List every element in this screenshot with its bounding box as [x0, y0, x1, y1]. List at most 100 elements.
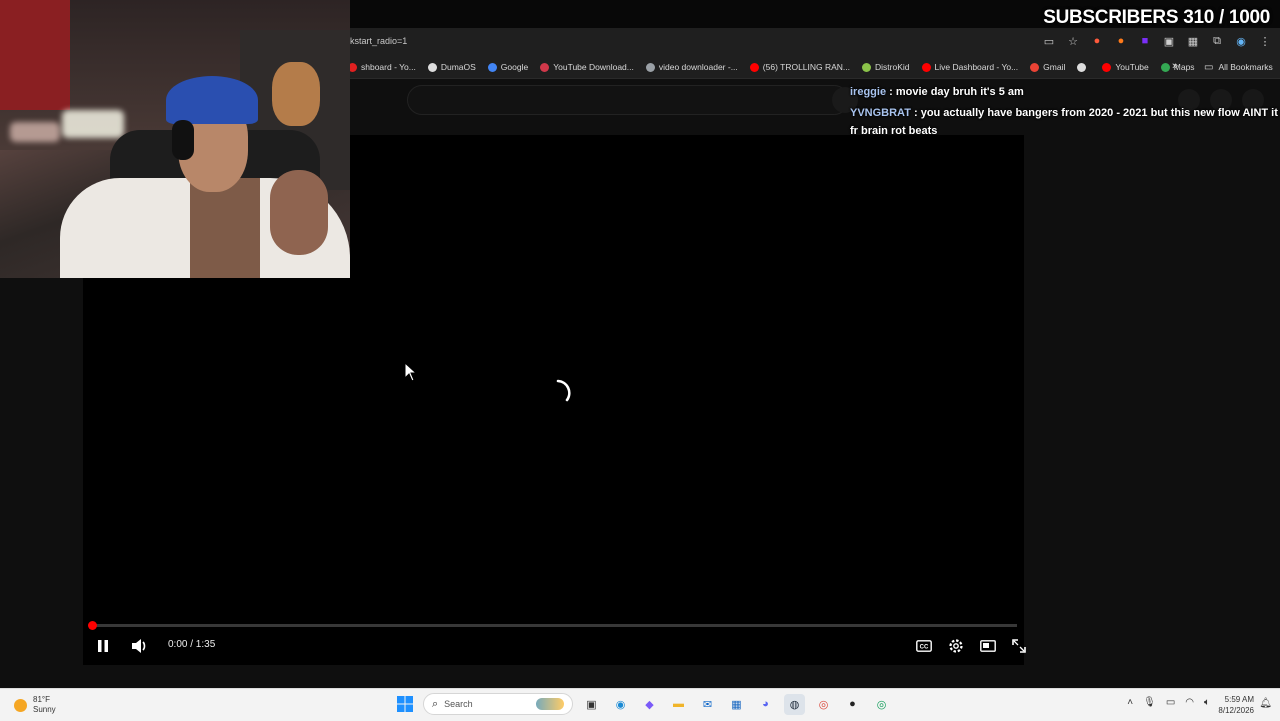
volume-icon — [132, 639, 146, 653]
chat-text: : movie day bruh it's 5 am — [886, 86, 1024, 98]
bookmark-star-icon[interactable]: ☆ — [1066, 34, 1080, 48]
chat-username: ireggie — [850, 86, 887, 98]
webcam-neon-sign — [62, 110, 124, 138]
all-bookmarks-label: All Bookmarks — [1218, 62, 1273, 72]
webcam-headset — [172, 120, 194, 160]
file-explorer-icon[interactable]: ▬ — [668, 694, 689, 715]
bookmark-item[interactable]: Live Dashboard - Yo... — [921, 62, 1019, 72]
bookmark-label: Live Dashboard - Yo... — [934, 62, 1019, 72]
bookmark-favicon-icon — [1077, 62, 1087, 72]
bookmark-item[interactable]: YouTube — [1102, 62, 1149, 72]
webcam-overlay — [0, 0, 350, 278]
bookmark-item[interactable] — [1077, 62, 1090, 72]
bookmark-item[interactable]: video downloader -... — [645, 62, 738, 72]
weather-condition: Sunny — [33, 705, 56, 714]
theater-mode-button[interactable] — [977, 636, 999, 656]
search-icon: ⌕ — [432, 697, 439, 710]
bookmark-item[interactable]: YouTube Download... — [540, 62, 634, 72]
outlook-icon[interactable]: ✉ — [697, 694, 718, 715]
taskbar-clock[interactable]: 5:59 AM 8/12/2026 — [1218, 694, 1254, 716]
bookmarks-list: shboard - Yo... DumaOS Google YouTube Downl… — [348, 56, 1195, 78]
extension-icon-5[interactable]: ▦ — [1186, 34, 1200, 48]
chat-text: : you actually have bangers from 2020 - … — [850, 107, 1278, 137]
webcam-person-chest — [190, 178, 260, 278]
bookmark-favicon-icon — [1102, 62, 1112, 72]
taskbar-search[interactable]: ⌕ Search — [423, 693, 573, 715]
bookmark-label: Gmail — [1043, 62, 1066, 72]
bookmark-item[interactable]: shboard - Yo... — [348, 62, 416, 72]
weather-widget[interactable]: 81°F Sunny — [14, 695, 56, 715]
subscriber-goal: SUBSCRIBERS 310 / 1000 — [1043, 7, 1270, 28]
scrubber-handle[interactable] — [87, 621, 97, 630]
start-button[interactable] — [394, 694, 415, 715]
obs-icon[interactable]: ● — [842, 694, 863, 715]
captions-icon: CC — [916, 640, 932, 652]
chrome-profile-icon[interactable]: ◎ — [871, 694, 892, 715]
discord-icon[interactable]: ◕ — [755, 694, 776, 715]
weather-temperature: 81°F — [33, 695, 50, 704]
task-view-button[interactable]: ▣ — [581, 694, 602, 715]
clock-date: 8/12/2026 — [1218, 706, 1254, 715]
store-icon[interactable]: ▦ — [726, 694, 747, 715]
display-icon[interactable]: ▭ — [1166, 697, 1175, 708]
extension-icon-2[interactable]: ● — [1114, 34, 1128, 48]
url-text[interactable]: kstart_radio=1 — [350, 36, 407, 46]
bookmark-item[interactable]: Gmail — [1030, 62, 1065, 72]
progress-bar[interactable] — [87, 621, 1017, 630]
bookmark-favicon-icon — [921, 62, 931, 72]
bookmark-item[interactable]: (56) TROLLING RAN... — [749, 62, 851, 72]
bookmark-favicon-icon — [645, 62, 655, 72]
bookmark-favicon-icon — [862, 62, 872, 72]
wifi-icon[interactable]: ◠ — [1185, 697, 1194, 708]
sun-icon — [14, 698, 27, 712]
webcam-person-cap — [166, 76, 258, 124]
chat-message: ireggie : movie day bruh it's 5 am — [850, 83, 1278, 101]
youtube-search-box[interactable] — [407, 85, 849, 115]
pause-icon — [98, 640, 108, 652]
edge-browser-icon[interactable]: ◉ — [610, 694, 631, 715]
extension-icon-1[interactable]: ● — [1090, 34, 1104, 48]
volume-button[interactable] — [128, 636, 150, 656]
profile-avatar-icon[interactable]: ◉ — [1234, 34, 1248, 48]
bookmark-label: DumaOS — [440, 62, 476, 72]
windows-logo-icon — [396, 696, 413, 712]
bookmarks-overflow-icon[interactable]: » — [1172, 60, 1178, 72]
svg-text:CC: CC — [920, 645, 929, 651]
bookmark-favicon-icon — [1030, 62, 1040, 72]
bookmark-item[interactable]: Google — [487, 62, 529, 72]
time-display: 0:00 / 1:35 — [168, 639, 216, 650]
pause-button[interactable] — [93, 636, 113, 656]
extension-icon-3[interactable]: ■ — [1138, 34, 1152, 48]
bookmark-label: Google — [500, 62, 529, 72]
captions-button[interactable]: CC — [913, 636, 935, 656]
loading-spinner-icon — [556, 379, 571, 402]
settings-button[interactable] — [945, 636, 967, 656]
steam-icon[interactable]: ◍ — [784, 693, 805, 715]
bookmark-label: YouTube Download... — [553, 62, 634, 72]
microphone-icon[interactable]: 🎙︎ — [1143, 697, 1156, 708]
chevron-up-icon[interactable]: ˄ — [1127, 697, 1133, 708]
speaker-icon[interactable]: 🔈︎ — [1204, 697, 1210, 708]
extension-icon-4[interactable]: ▣ — [1162, 34, 1176, 48]
webcam-hanging-sweater — [0, 0, 70, 110]
bookmark-label: video downloader -... — [658, 62, 738, 72]
notification-bell-icon[interactable]: 🔔︎ — [1259, 698, 1272, 709]
cast-icon[interactable]: ▭ — [1042, 34, 1056, 48]
system-tray: ˄ 🎙︎ ▭ ◠ 🔈︎ — [1127, 697, 1210, 708]
chat-message: YVNGBRAT : you actually have bangers fro… — [850, 104, 1278, 140]
bookmark-label: (56) TROLLING RAN... — [762, 62, 851, 72]
fullscreen-button[interactable] — [1009, 636, 1029, 656]
webcam-person-arm — [270, 170, 328, 255]
all-bookmarks-button[interactable]: ▭ All Bookmarks — [1204, 56, 1273, 78]
webcam-teddy-bear — [272, 62, 320, 126]
extensions-puzzle-icon[interactable]: ⧉ — [1210, 34, 1224, 48]
browser-menu-icon[interactable]: ⋮ — [1258, 34, 1272, 48]
bookmark-item[interactable]: DumaOS — [427, 62, 476, 72]
bookmark-favicon-icon — [487, 62, 497, 72]
bookmark-item[interactable]: DistroKid — [862, 62, 910, 72]
mouse-cursor-icon — [404, 362, 418, 382]
stream-chat-overlay: ireggie : movie day bruh it's 5 am YVNGB… — [850, 83, 1278, 143]
taskbar-search-placeholder: Search — [444, 699, 473, 709]
widgets-icon[interactable]: ◆ — [639, 694, 660, 715]
chrome-icon[interactable]: ◎ — [813, 694, 834, 715]
